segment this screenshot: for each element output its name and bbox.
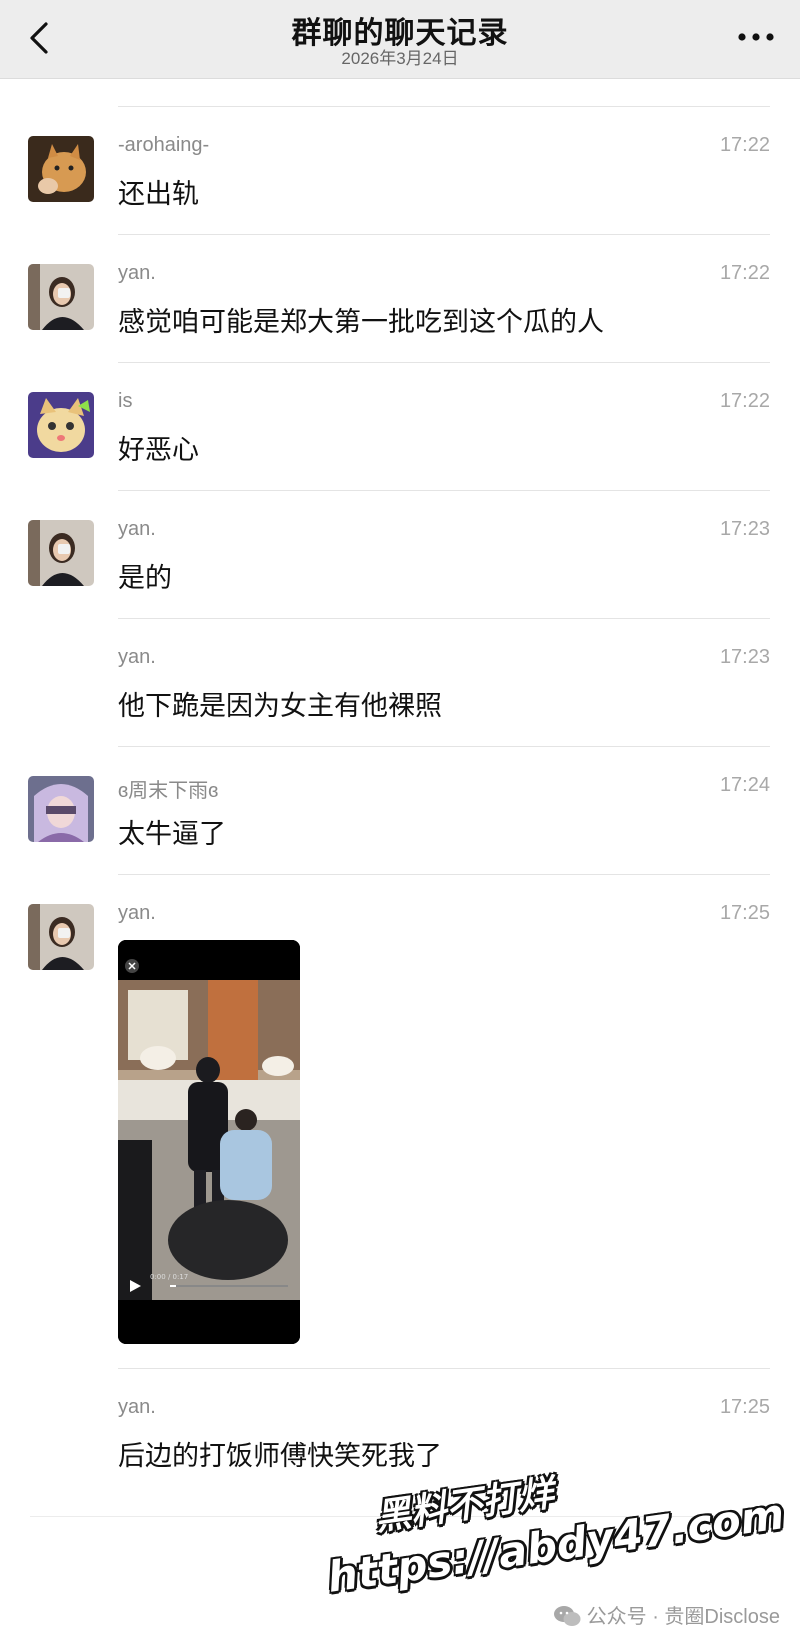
divider	[118, 874, 770, 875]
sender-name: is	[118, 390, 133, 412]
video-message[interactable]: 0:00 / 0:17	[118, 940, 300, 1344]
sender-name: ɞ周末下雨ɞ	[118, 780, 219, 802]
message-text: 是的	[118, 563, 172, 593]
sender-name: yan.	[118, 1396, 156, 1418]
divider	[118, 362, 770, 363]
sender-name: yan.	[118, 262, 156, 284]
wechat-icon	[553, 1606, 581, 1626]
avatar-yan[interactable]	[28, 264, 94, 330]
message-time: 17:22	[719, 134, 770, 156]
top-bar: 群聊的聊天记录 2026年3月24日	[0, 0, 800, 79]
avatar-yan[interactable]	[28, 904, 94, 970]
message-text: 后边的打饭师傅快笑死我了	[118, 1441, 442, 1471]
message-text: 还出轨	[118, 179, 199, 209]
avatar-yan[interactable]	[28, 520, 94, 586]
sender-name: yan.	[118, 902, 156, 924]
message-time: 17:23	[719, 646, 770, 668]
message-time: 17:25	[719, 1396, 770, 1418]
message-text: 感觉咱可能是郑大第一批吃到这个瓜的人	[118, 307, 604, 337]
message-time: 17:25	[719, 902, 770, 924]
avatar-anime[interactable]	[28, 776, 94, 842]
chat-date: 2026年3月24日	[341, 49, 459, 68]
message-time: 17:23	[719, 518, 770, 540]
divider	[118, 234, 770, 235]
footer-source: 公众号 · 贵圈Disclose	[553, 1600, 780, 1629]
divider	[118, 1368, 770, 1369]
message-text: 他下跪是因为女主有他裸照	[118, 691, 442, 721]
avatar-cat[interactable]	[28, 136, 94, 202]
sender-name: -arohaing-	[118, 134, 210, 156]
message-time: 17:24	[719, 774, 770, 796]
sender-name: yan.	[118, 518, 156, 540]
message-text: 好恶心	[118, 435, 199, 465]
avatar-kitten[interactable]	[28, 392, 94, 458]
video-progress-label: 0:00 / 0:17	[150, 1273, 188, 1281]
more-dots-icon[interactable]	[734, 22, 778, 52]
message-text: 太牛逼了	[118, 819, 226, 849]
divider	[118, 490, 770, 491]
message-time: 17:22	[719, 390, 770, 412]
message-time: 17:22	[719, 262, 770, 284]
divider	[118, 618, 770, 619]
sender-name: yan.	[118, 646, 156, 668]
footer-label: 公众号 · 贵圈Disclose	[586, 1606, 780, 1628]
divider	[118, 106, 770, 107]
divider	[118, 746, 770, 747]
